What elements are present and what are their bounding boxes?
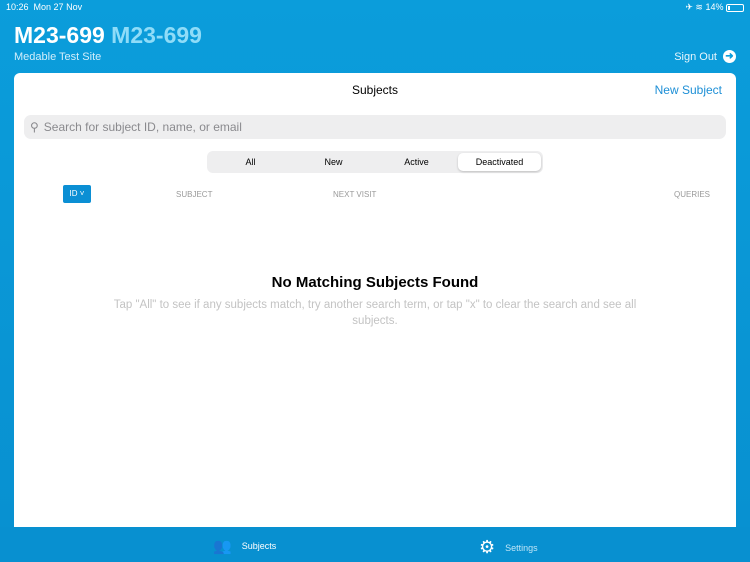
study-title: M23-699	[14, 22, 105, 48]
subjects-card: Subjects New Subject ⚲ Search for subject…	[14, 73, 736, 527]
new-subject-button[interactable]: New Subject	[655, 83, 722, 97]
segment-deactivated[interactable]: Deactivated	[458, 153, 541, 171]
segment-all[interactable]: All	[209, 153, 292, 171]
wifi-icon: ≋	[695, 2, 703, 12]
column-subject: SUBJECT	[176, 190, 213, 199]
gear-icon: ⚙	[479, 537, 496, 557]
tab-subjects[interactable]: 👥 Subjects	[213, 537, 276, 555]
empty-message: Tap "All" to see if any subjects match, …	[113, 299, 637, 327]
sort-label: ID	[69, 189, 78, 198]
people-icon: 👥	[213, 538, 232, 555]
segment-new[interactable]: New	[292, 153, 375, 171]
column-queries: QUERIES	[673, 190, 710, 199]
tab-settings[interactable]: ⚙ Settings	[479, 537, 538, 558]
segment-active[interactable]: Active	[375, 153, 458, 171]
sort-id-button[interactable]: ID ˅	[63, 185, 91, 203]
battery-icon	[726, 3, 744, 12]
tab-label: Settings	[505, 542, 538, 553]
status-filter: All New Active Deactivated	[207, 151, 543, 173]
time: 10:26	[6, 2, 29, 12]
card-title: Subjects	[351, 83, 399, 97]
chevron-down-icon: ˅	[79, 189, 85, 198]
battery-percent: 14%	[705, 2, 724, 12]
sign-out-button[interactable]: Sign Out ➜	[674, 50, 736, 63]
sign-out-label: Sign Out	[674, 50, 717, 63]
airplane-icon: ✈	[685, 2, 693, 12]
site-name: Medable Test Site	[14, 51, 102, 63]
search-icon: ⚲	[30, 120, 39, 134]
arrow-right-icon: ➜	[723, 50, 736, 63]
tab-label: Subjects	[241, 541, 277, 551]
column-next-visit: NEXT VISIT	[333, 190, 377, 199]
page-title: M23-699 M23-699	[14, 22, 202, 49]
tab-bar: 👥 Subjects ⚙ Settings	[0, 527, 750, 562]
search-placeholder: Search for subject ID, name, or email	[43, 120, 242, 134]
status-bar: 10:26 Mon 27 Nov ✈ ≋ 14%	[6, 2, 744, 14]
study-subtitle: M23-699	[111, 22, 202, 48]
search-input[interactable]: ⚲ Search for subject ID, name, or email	[24, 115, 726, 139]
empty-title: No Matching Subjects Found	[271, 274, 479, 291]
date: Mon 27 Nov	[33, 2, 83, 12]
